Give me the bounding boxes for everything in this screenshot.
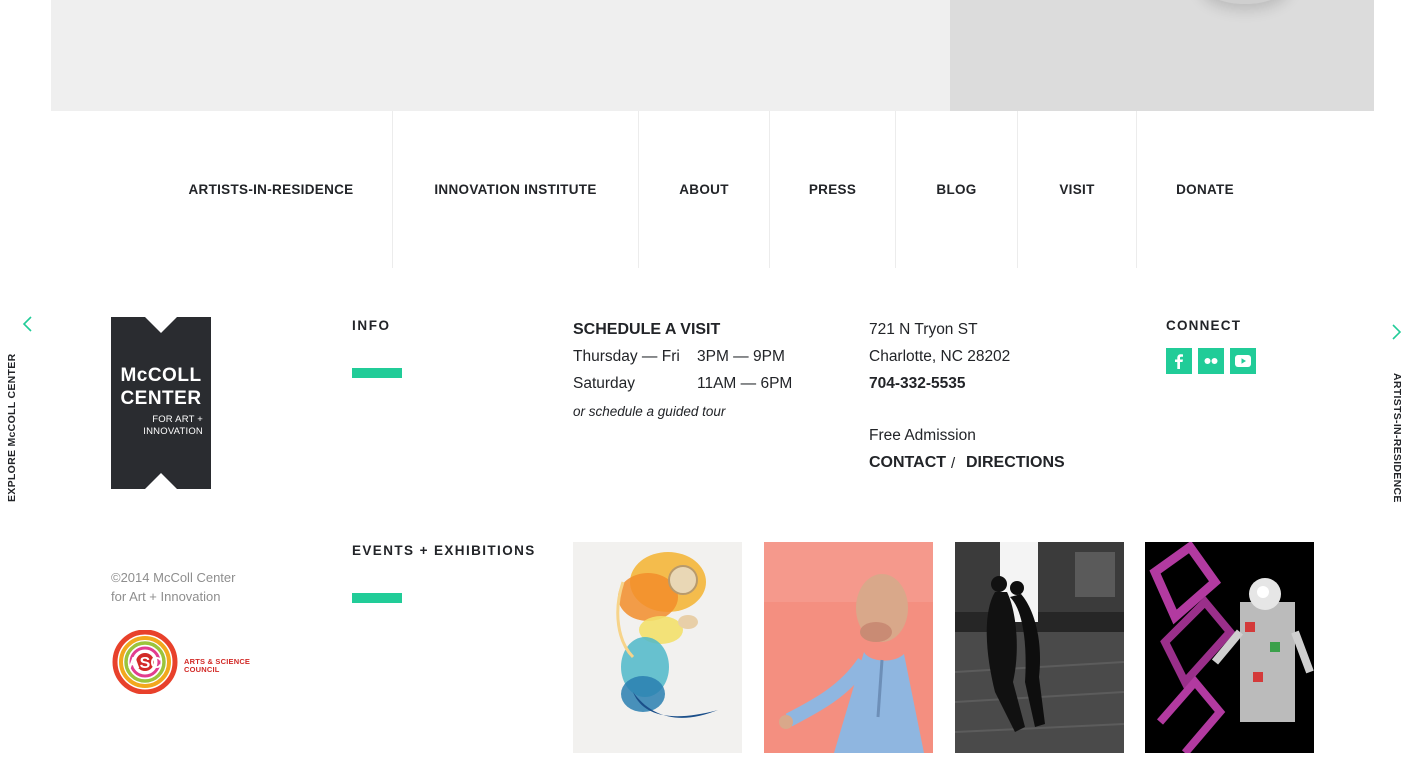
nav-about[interactable]: ABOUT [639,111,769,268]
logo-line: FOR ART + [152,414,203,425]
hours-days: Saturday [573,375,636,392]
chevron-left-icon [22,316,32,332]
nav-innovation-institute[interactable]: INNOVATION INSTITUTE [393,111,638,268]
guided-tour-link[interactable]: or schedule a guided tour [573,404,725,419]
robot-sculpture-image [1145,542,1314,753]
artists-in-residence-label[interactable]: ARTISTS-IN-RESIDENCE [1391,373,1403,503]
painting-artwork-image [764,542,933,753]
info-accent-bar [352,368,402,378]
tango-photo-image [955,542,1124,753]
events-heading: EVENTS + EXHIBITIONS [352,543,536,558]
nav-blog[interactable]: BLOG [896,111,1017,268]
facebook-icon[interactable] [1166,348,1192,374]
nav-visit[interactable]: VISIT [1018,111,1136,268]
asc-label: ARTS & SCIENCE COUNCIL [184,658,250,674]
hero-image [950,0,1374,111]
chevron-right-icon [1392,324,1402,340]
explore-label[interactable]: EXPLORE McCOLL CENTER [6,354,18,502]
asc-mark: ASC [128,655,162,672]
hours-time: 3PM — 9PM [697,348,785,365]
nav-artists-in-residence[interactable]: ARTISTS-IN-RESIDENCE [150,111,392,268]
event-thumbnail[interactable] [764,542,933,753]
admission-text: Free Admission [869,427,976,444]
flickr-icon[interactable] [1198,348,1224,374]
event-thumbnail[interactable] [955,542,1124,753]
schedule-visit-link[interactable]: SCHEDULE A VISIT [573,321,720,339]
flickr-glyph [1204,358,1218,364]
contact-link[interactable]: CONTACT [869,454,946,472]
address-city: Charlotte, NC 28202 [869,348,1011,365]
logo-line: McCOLL [120,365,202,386]
asc-logo[interactable]: ASC ARTS & SCIENCE COUNCIL [111,629,261,695]
hours-days: Thursday — Fri [573,348,680,365]
info-heading: INFO [352,318,391,333]
facebook-glyph [1175,354,1183,369]
explore-prev-button[interactable] [18,314,40,514]
nav-press[interactable]: PRESS [770,111,895,268]
mccoll-logo[interactable]: McCOLL CENTER FOR ART + INNOVATION [111,317,211,489]
youtube-icon[interactable] [1230,348,1256,374]
hero-shape [1200,0,1290,4]
copyright-line: ©2014 McColl Center [111,570,236,585]
asc-swirl: ASC [112,629,178,695]
phone-link[interactable]: 704-332-5535 [869,375,966,393]
event-thumbnail[interactable] [1145,542,1314,753]
logo-line: CENTER [120,388,202,409]
event-thumbnail[interactable] [573,542,742,753]
link-separator: / [951,455,956,472]
address-street: 721 N Tryon ST [869,321,978,338]
hours-time: 11AM — 6PM [697,375,793,392]
copyright: ©2014 McColl Center for Art + Innovation [111,568,235,606]
nav-donate[interactable]: DONATE [1137,111,1273,268]
connect-heading: CONNECT [1166,318,1242,333]
events-accent-bar [352,593,402,603]
sculpture-artwork-image [616,552,718,718]
youtube-glyph [1235,355,1251,367]
copyright-line: for Art + Innovation [111,589,221,604]
directions-link[interactable]: DIRECTIONS [966,454,1065,472]
logo-line: INNOVATION [143,426,203,437]
asc-label-line: COUNCIL [184,665,220,674]
main-nav: ARTISTS-IN-RESIDENCE INNOVATION INSTITUT… [0,111,1423,268]
